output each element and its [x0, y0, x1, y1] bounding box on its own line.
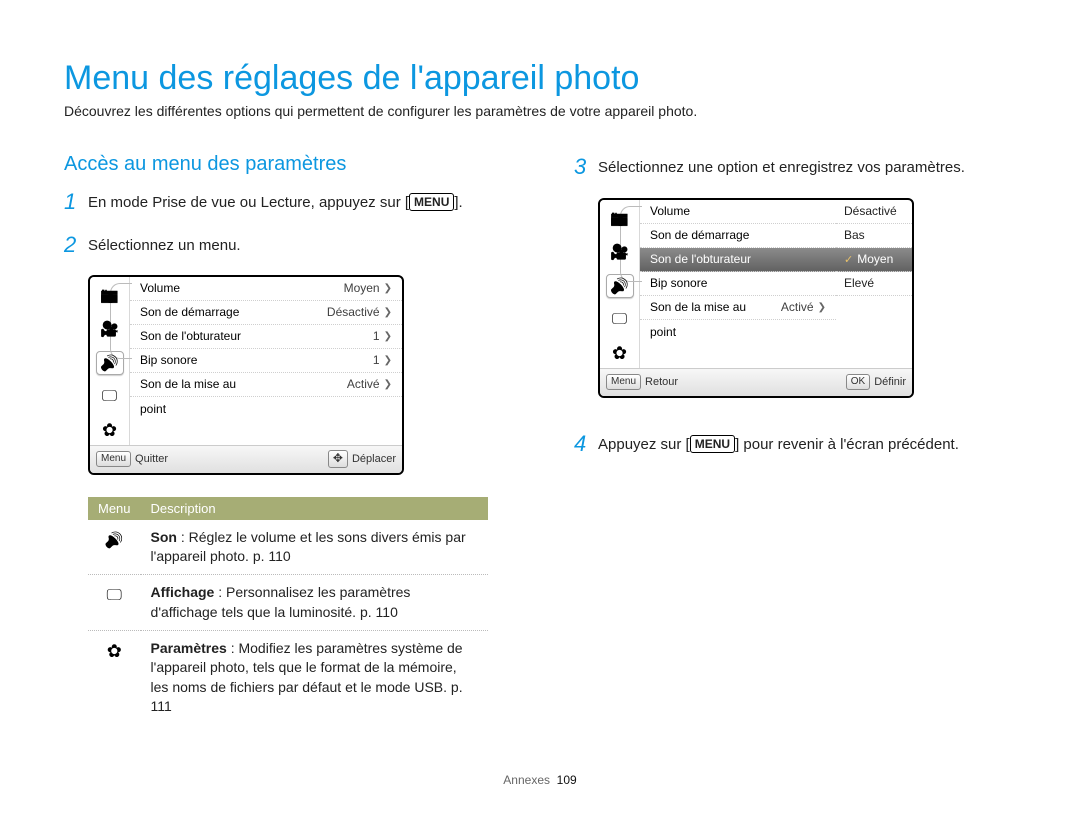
settings-list-1: Volume Moyen ❯ Son de démarrage Désactivé ❯… — [130, 277, 402, 445]
setting-label: Son de l'obturateur — [140, 329, 241, 343]
setting-label: Bip sonore — [140, 353, 197, 367]
chevron-right-icon: ❯ — [384, 379, 392, 390]
setting-row: Son de démarrage — [640, 224, 836, 248]
step-1-text-a: En mode Prise de vue ou Lecture, appuyez… — [88, 194, 409, 211]
step-1-text-b: ]. — [454, 194, 462, 211]
th-menu: Menu — [88, 497, 141, 520]
setting-label: Son de la mise au — [140, 377, 236, 391]
sound-icon — [100, 354, 119, 372]
setting-value: Activé ❯ — [347, 377, 392, 391]
sound-icon — [610, 277, 629, 295]
option-item: Elevé — [836, 272, 912, 296]
setting-value: 1 ❯ — [373, 329, 392, 343]
setting-label: Bip sonore — [650, 276, 707, 290]
chevron-right-icon: ❯ — [384, 283, 392, 294]
setting-row: Bip sonore 1 ❯ — [130, 349, 402, 373]
setting-label: Son de démarrage — [650, 228, 749, 242]
option-label: Elevé — [844, 276, 874, 290]
setting-value: Désactivé ❯ — [327, 305, 392, 319]
menu-footer-btn-2: Menu — [606, 374, 641, 390]
setting-row: Son de la mise au Activé ❯ — [130, 373, 402, 397]
section-title: Accès au menu des paramètres — [64, 153, 504, 176]
menu-footer-btn: Menu — [96, 451, 131, 467]
camera-screen-1: Volume Moyen ❯ Son de démarrage Désactivé ❯… — [88, 275, 404, 475]
setting-label: Son de l'obturateur — [650, 252, 751, 266]
setting-label: Volume — [140, 281, 180, 295]
setting-value: Activé ❯ — [781, 300, 826, 314]
option-item: Bas — [836, 224, 912, 248]
option-label: Moyen — [857, 252, 893, 266]
step-3-text: Sélectionnez une option et enregistrez v… — [598, 155, 965, 178]
desc-cell: Paramètres : Modifiez les paramètres sys… — [141, 631, 488, 725]
step-4: 4 Appuyez sur [MENU] pour revenir à l'éc… — [574, 432, 1014, 456]
setting-row: Son de la mise au Activé ❯ — [640, 296, 836, 320]
step-num-4: 4 — [574, 432, 598, 456]
page-title: Menu des réglages de l'appareil photo — [64, 60, 1020, 97]
setting-row: Son de démarrage Désactivé ❯ — [130, 301, 402, 325]
setting-row: Volume Moyen ❯ — [130, 277, 402, 301]
display-icon — [96, 385, 124, 409]
setting-row: Son de l'obturateur 1 ❯ — [130, 325, 402, 349]
option-item: ✓ Moyen — [836, 248, 912, 272]
footer-right-1: Déplacer — [352, 453, 396, 465]
display-icon — [606, 308, 634, 332]
desc-cell: Affichage : Personnalisez les paramètres… — [141, 575, 488, 631]
gear-icon — [606, 342, 634, 366]
page-section: Annexes — [503, 773, 550, 787]
menu-button-inline: MENU — [409, 193, 454, 211]
footer-left-1: Quitter — [135, 453, 168, 465]
option-label: Bas — [844, 228, 865, 242]
display-icon — [88, 575, 141, 631]
chevron-right-icon: ❯ — [384, 355, 392, 366]
setting-label: point — [140, 402, 166, 416]
step-4-text-a: Appuyez sur [ — [598, 436, 690, 453]
footer-left-2: Retour — [645, 376, 678, 388]
chevron-right-icon: ❯ — [384, 331, 392, 342]
step-num-3: 3 — [574, 155, 598, 179]
desc-cell: Son : Réglez le volume et les sons diver… — [141, 520, 488, 575]
page-footer: Annexes 109 — [0, 773, 1080, 787]
settings-list-2: Volume Son de démarrage Son de l'obturateu… — [640, 200, 836, 368]
page-number: 109 — [557, 773, 577, 787]
gear-icon — [96, 419, 124, 443]
setting-label: Son de démarrage — [140, 305, 239, 319]
setting-value: 1 ❯ — [373, 353, 392, 367]
setting-label: Son de la mise au — [650, 300, 746, 314]
ok-footer-btn: OK — [846, 374, 870, 390]
step-3: 3 Sélectionnez une option et enregistrez… — [574, 155, 1014, 179]
menu-description-table: Menu Description Son : Réglez le volume … — [88, 497, 488, 725]
setting-label: Volume — [650, 204, 690, 218]
chevron-right-icon: ❯ — [818, 302, 826, 313]
step-2: 2 Sélectionnez un menu. — [64, 233, 504, 257]
setting-row: point — [640, 320, 836, 344]
gear-icon — [88, 631, 141, 725]
setting-row: Son de l'obturateur — [640, 248, 836, 272]
footer-right-2: Définir — [874, 376, 906, 388]
th-desc: Description — [141, 497, 488, 520]
check-icon: ✓ — [844, 253, 853, 266]
step-num-1: 1 — [64, 190, 88, 214]
setting-row: Bip sonore — [640, 272, 836, 296]
step-1: 1 En mode Prise de vue ou Lecture, appuy… — [64, 190, 504, 214]
step-4-text-b: ] pour revenir à l'écran précédent. — [735, 436, 959, 453]
intro-text: Découvrez les différentes options qui pe… — [64, 103, 1020, 119]
step-2-text: Sélectionnez un menu. — [88, 233, 241, 256]
option-item: Désactivé — [836, 200, 912, 224]
chevron-right-icon: ❯ — [384, 307, 392, 318]
deplace-icon — [328, 450, 348, 468]
option-column: Désactivé Bas ✓ Moyen Elevé — [836, 200, 912, 368]
menu-button-inline-2: MENU — [690, 435, 735, 453]
camera-screen-2: Volume Son de démarrage Son de l'obturateu… — [598, 198, 914, 398]
setting-row: Volume — [640, 200, 836, 224]
option-label: Désactivé — [844, 204, 897, 218]
setting-value: Moyen ❯ — [344, 281, 392, 295]
setting-row: point — [130, 397, 402, 421]
step-num-2: 2 — [64, 233, 88, 257]
sound-icon — [88, 520, 141, 575]
setting-label: point — [650, 325, 676, 339]
